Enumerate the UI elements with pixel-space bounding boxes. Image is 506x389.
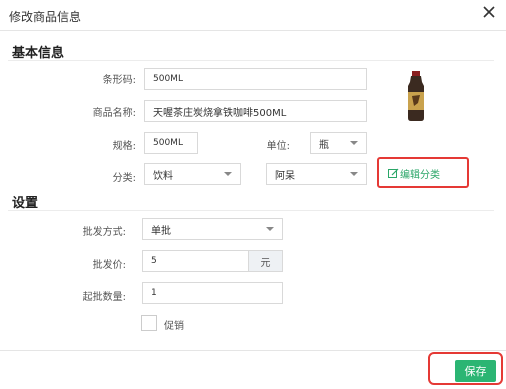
wholesale-mode-select[interactable]: 单批: [142, 218, 283, 240]
price-unit-addon: 元: [248, 250, 283, 272]
product-image: [394, 68, 438, 124]
promo-checkbox[interactable]: [141, 315, 157, 331]
footer-divider: [0, 350, 506, 351]
subcategory-select[interactable]: 阿呆: [266, 163, 367, 185]
chevron-down-icon: [350, 141, 358, 145]
min-qty-input[interactable]: 1: [142, 282, 283, 304]
wholesale-mode-label: 批发方式:: [82, 227, 126, 238]
wholesale-price-label: 批发价:: [92, 260, 126, 271]
category-label: 分类:: [112, 173, 136, 184]
product-name-label: 商品名称:: [92, 108, 136, 119]
header-divider: [0, 30, 506, 31]
section-divider: [8, 60, 494, 61]
close-icon[interactable]: [482, 5, 496, 19]
unit-select-value: 瓶: [319, 139, 329, 151]
section-divider: [8, 210, 494, 211]
edit-icon: [388, 168, 399, 178]
barcode-input[interactable]: 500ML: [144, 68, 367, 90]
category-select[interactable]: 饮料: [144, 163, 241, 185]
chevron-down-icon: [350, 172, 358, 176]
save-button[interactable]: 保存: [455, 360, 496, 382]
wholesale-mode-value: 单批: [151, 225, 171, 237]
category-select-value: 饮料: [153, 170, 173, 182]
edit-category-link[interactable]: 编辑分类: [388, 166, 440, 181]
promo-label: 促销: [164, 321, 184, 332]
unit-select[interactable]: 瓶: [310, 132, 367, 154]
min-qty-label: 起批数量:: [82, 292, 126, 303]
spec-label: 规格:: [112, 141, 136, 152]
dialog-title: 修改商品信息: [9, 10, 82, 24]
chevron-down-icon: [266, 227, 274, 231]
section-title-basic-info: 基本信息: [12, 46, 65, 61]
spec-input[interactable]: 500ML: [144, 132, 198, 154]
product-name-input[interactable]: 天喔茶庄炭烧拿铁咖啡500ML: [144, 100, 367, 122]
wholesale-price-input[interactable]: 5: [142, 250, 249, 272]
unit-label: 单位:: [266, 141, 290, 152]
edit-category-label: 编辑分类: [400, 170, 440, 181]
barcode-label: 条形码:: [102, 75, 136, 86]
section-title-settings: 设置: [12, 196, 39, 211]
chevron-down-icon: [224, 172, 232, 176]
subcategory-select-value: 阿呆: [275, 170, 295, 182]
